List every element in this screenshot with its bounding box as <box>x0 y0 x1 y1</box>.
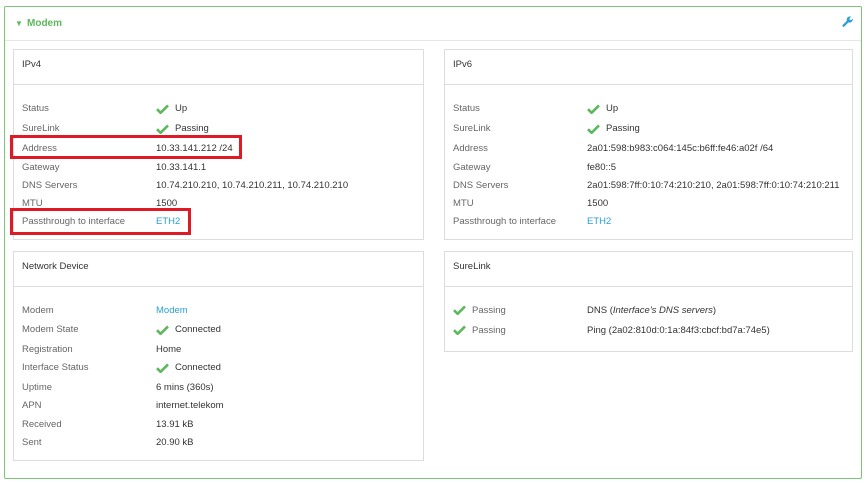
test-description: Ping (2a02:810d:0:1a:84f3:cbcf:bd7a:74e5… <box>587 325 770 336</box>
triangle-down-icon[interactable]: ▼ <box>15 19 23 28</box>
row-value: 6 mins (360s) <box>156 382 214 393</box>
ipv6-panel: IPv6 Status Up SureLink Passing Address … <box>444 49 853 240</box>
row-value: Connected <box>156 324 221 335</box>
check-icon <box>156 324 169 335</box>
check-icon <box>156 123 169 134</box>
surelink-panel-header: SureLink <box>445 252 852 287</box>
test-status: Passing <box>453 325 506 336</box>
row-label: Modem State <box>22 324 79 335</box>
row-value: 10.74.210.210, 10.74.210.211, 10.74.210.… <box>156 180 349 191</box>
network-device-panel-header: Network Device <box>14 252 423 287</box>
check-icon <box>587 103 600 114</box>
row-value: Passing <box>587 123 640 134</box>
section-title[interactable]: Modem <box>27 18 62 29</box>
check-icon <box>587 123 600 134</box>
row-value: 20.90 kB <box>156 437 194 448</box>
row-label: Received <box>22 419 62 430</box>
row-value: 2a01:598:b983:c064:145c:b6ff:fe46:a02f /… <box>587 143 774 154</box>
ipv6-panel-header: IPv6 <box>445 50 852 85</box>
row-label: Sent <box>22 437 42 448</box>
row-value: fe80::5 <box>587 162 617 173</box>
check-icon <box>453 325 466 336</box>
test-detail: Interface's DNS servers <box>612 305 713 316</box>
ipv4-panel-header: IPv4 <box>14 50 423 85</box>
check-icon <box>453 305 466 316</box>
test-status: Passing <box>453 305 506 316</box>
test-description: DNS (Interface's DNS servers) <box>587 305 717 316</box>
row-label: Gateway <box>453 162 491 173</box>
row-label: MTU <box>453 198 474 209</box>
row-value: internet.telekom <box>156 400 224 411</box>
modem-link[interactable]: Modem <box>156 305 188 316</box>
network-device-panel-title: Network Device <box>22 261 89 272</box>
wrench-icon[interactable] <box>842 16 854 28</box>
row-value: Up <box>587 103 618 114</box>
highlight-address <box>10 135 242 159</box>
surelink-panel: SureLink Passing DNS (Interface's DNS se… <box>444 251 853 352</box>
row-value: Home <box>156 344 182 355</box>
surelink-test-ping: Passing Ping (2a02:810d:0:1a:84f3:cbcf:b… <box>445 325 852 339</box>
row-value: Connected <box>156 362 221 373</box>
highlight-passthrough <box>10 208 191 235</box>
eth2-link[interactable]: ETH2 <box>587 216 611 227</box>
row-label: DNS Servers <box>22 180 78 191</box>
row-label: Status <box>22 103 49 114</box>
network-device-panel: Network Device Modem Modem Modem State C… <box>13 251 424 461</box>
row-label: Registration <box>22 344 73 355</box>
ipv6-panel-title: IPv6 <box>453 59 473 70</box>
check-icon <box>156 362 169 373</box>
row-label: Interface Status <box>22 362 89 373</box>
row-value: 13.91 kB <box>156 419 194 430</box>
row-label: SureLink <box>453 123 491 134</box>
surelink-panel-title: SureLink <box>453 261 491 272</box>
row-label: SureLink <box>22 123 60 134</box>
row-value: 1500 <box>587 198 609 209</box>
row-label: Modem <box>22 305 54 316</box>
row-value: 10.33.141.1 <box>156 162 207 173</box>
row-label: DNS Servers <box>453 180 509 191</box>
section-header[interactable]: ▼ Modem <box>5 7 861 41</box>
check-icon <box>156 103 169 114</box>
row-value: 2a01:598:7ff:0:10:74:210:210, 2a01:598:7… <box>587 180 840 191</box>
row-value: Passing <box>156 123 209 134</box>
row-label: Uptime <box>22 382 53 393</box>
row-label: Status <box>453 103 480 114</box>
row-label: Address <box>453 143 488 154</box>
row-label: APN <box>22 400 42 411</box>
ipv4-panel-title: IPv4 <box>22 59 42 70</box>
surelink-test-dns: Passing DNS (Interface's DNS servers) <box>445 305 852 319</box>
row-label: Gateway <box>22 162 60 173</box>
row-value: Up <box>156 103 187 114</box>
row-label: Passthrough to interface <box>453 216 556 227</box>
